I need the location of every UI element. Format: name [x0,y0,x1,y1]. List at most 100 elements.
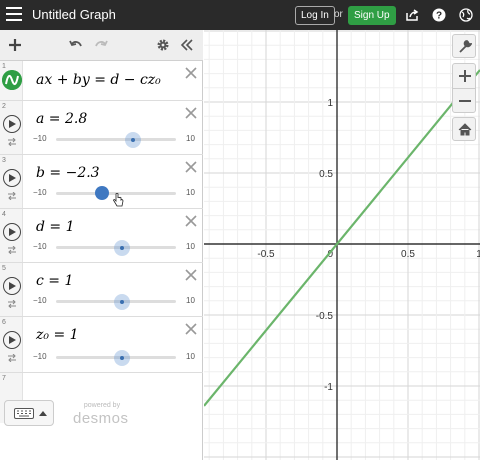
expression-gutter: 2 [0,101,23,154]
expression-index: 5 [2,265,6,272]
svg-text:?: ? [436,11,442,22]
gear-icon[interactable] [156,38,170,52]
play-icon[interactable] [3,169,21,187]
top-bar: Untitled Graph Log In or Sign Up ? [0,0,480,30]
zoom-divider [453,88,475,89]
slider-min-label: −10 [33,188,47,197]
expression-gutter: 1 [0,61,23,100]
expression-row-3[interactable]: 3 b = −2.3 −10 10 [0,155,203,209]
slider-track[interactable] [56,350,176,366]
expression-formula[interactable]: ax + by = d − cz₀ [36,72,161,88]
graph-svg[interactable]: -1-0.500.5110.5-0.5-1 [204,30,480,460]
slider-max-label: 10 [186,296,195,305]
graph-title[interactable]: Untitled Graph [32,7,116,22]
close-icon[interactable] [185,215,197,227]
expression-gutter: 3 [0,155,23,208]
loop-icon[interactable] [7,192,17,200]
close-icon[interactable] [185,67,197,79]
caret-up-icon [39,411,47,416]
expression-panel: 1 ax + by = d − cz₀ 2 a = 2.8 −10 10 3 b… [0,30,203,460]
share-icon[interactable] [405,8,419,22]
y-tick-label: 1 [327,98,333,109]
expression-row-2[interactable]: 2 a = 2.8 −10 10 [0,101,203,155]
slider-min-label: −10 [33,134,47,143]
slider-track[interactable] [56,240,176,256]
zoom-in-icon[interactable] [459,70,471,82]
expression-toolbar [0,30,203,61]
expression-row-6[interactable]: 6 z₀ = 1 −10 10 [0,317,203,373]
expression-gutter: 4 [0,209,23,262]
slider-max-label: 10 [186,242,195,251]
y-tick-label: 0.5 [319,169,333,180]
play-icon[interactable] [3,331,21,349]
loop-icon[interactable] [7,354,17,362]
powered-by-label: powered by [83,402,121,409]
graph-canvas[interactable]: -1-0.500.5110.5-0.5-1 [204,30,480,460]
close-icon[interactable] [185,161,197,173]
loop-icon[interactable] [7,300,17,308]
signup-button[interactable]: Sign Up [348,6,396,25]
expression-index: 3 [2,157,6,164]
pointer-cursor-icon [113,193,124,207]
slider-thumb[interactable] [124,132,141,148]
play-icon[interactable] [3,115,21,133]
play-icon[interactable] [3,277,21,295]
zoom-controls [452,63,476,113]
slider-track[interactable] [56,294,176,310]
expression-index: 2 [2,103,6,110]
expression-formula[interactable]: z₀ = 1 [36,327,79,343]
keyboard-button[interactable] [4,400,54,426]
desmos-wordmark: desmos [73,410,129,427]
home-button[interactable] [452,117,476,141]
expression-index: 6 [2,319,6,326]
expression-row-5[interactable]: 5 c = 1 −10 10 [0,263,203,317]
play-icon[interactable] [3,223,21,241]
x-tick-label: 0.5 [401,249,415,260]
zoom-out-icon[interactable] [459,95,471,107]
slider-max-label: 10 [186,352,195,361]
slider-thumb[interactable] [114,350,130,366]
y-tick-label: -1 [324,382,333,393]
close-icon[interactable] [185,107,197,119]
expression-index: 7 [2,375,6,382]
slider-max-label: 10 [186,134,195,143]
undo-icon[interactable] [69,38,83,52]
help-icon[interactable]: ? [432,8,446,22]
redo-icon[interactable] [94,38,108,52]
expression-formula[interactable]: d = 1 [36,219,75,235]
x-tick-label: 1 [476,249,480,260]
login-button[interactable]: Log In [295,6,335,25]
expression-row-4[interactable]: 4 d = 1 −10 10 [0,209,203,263]
slider-thumb[interactable] [114,294,130,310]
wrench-icon [459,40,472,53]
expression-formula[interactable]: a = 2.8 [36,111,87,127]
expression-row-1[interactable]: 1 ax + by = d − cz₀ [0,61,203,101]
x-tick-label: -0.5 [257,249,275,260]
slider-min-label: −10 [33,352,47,361]
expression-formula[interactable]: c = 1 [36,273,73,289]
or-label: or [334,9,343,20]
close-icon[interactable] [185,269,197,281]
globe-icon[interactable] [459,8,473,22]
plus-icon[interactable] [8,38,22,52]
slider-max-label: 10 [186,188,195,197]
graph-settings-button[interactable] [452,34,476,58]
expression-gutter: 6 [0,317,23,372]
desmos-logo-icon [2,70,22,90]
graph-curve [204,69,480,407]
close-icon[interactable] [185,323,197,335]
expression-index: 1 [2,63,6,70]
expression-gutter: 5 [0,263,23,316]
slider-thumb[interactable] [114,240,130,256]
slider-thumb[interactable] [95,186,110,200]
loop-icon[interactable] [7,138,17,146]
slider-min-label: −10 [33,296,47,305]
home-icon [458,123,472,136]
hamburger-icon[interactable] [6,7,22,21]
keyboard-icon [14,408,34,419]
expression-index: 4 [2,211,6,218]
expression-formula[interactable]: b = −2.3 [36,165,100,181]
loop-icon[interactable] [7,246,17,254]
double-chevron-left-icon[interactable] [180,38,194,52]
slider-track[interactable] [56,132,176,148]
